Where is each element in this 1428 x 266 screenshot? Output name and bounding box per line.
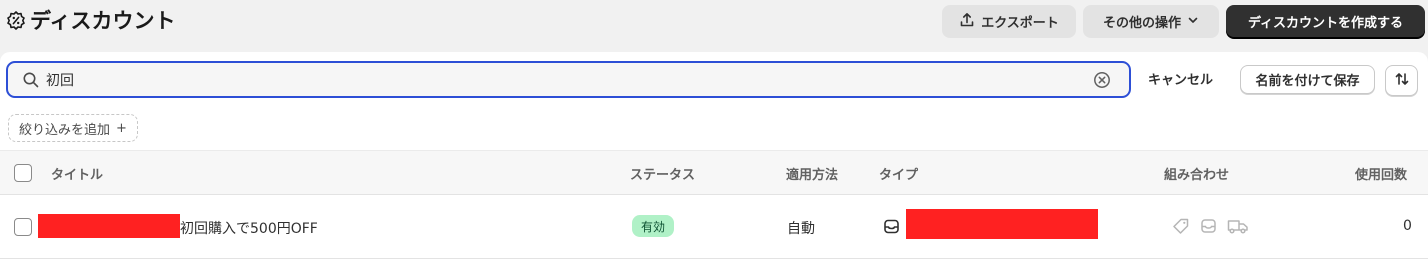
more-actions-label: その他の操作	[1102, 16, 1181, 31]
more-actions-button[interactable]: その他の操作	[1083, 5, 1219, 38]
plus-icon: +	[116, 120, 127, 136]
column-combinations[interactable]: 組み合わせ	[1164, 164, 1229, 183]
cancel-search-button[interactable]: キャンセル	[1148, 69, 1213, 88]
column-method[interactable]: 適用方法	[786, 164, 838, 183]
sort-arrows-icon	[1394, 71, 1410, 91]
discount-title[interactable]: 初回購入で500円OFF	[180, 218, 318, 238]
top-bar: ディスカウント エクスポート その他の操作 ディスカウントを作成する	[0, 0, 1428, 44]
upload-icon	[959, 12, 975, 32]
clear-search-icon[interactable]	[1093, 71, 1111, 93]
redacted-code-block	[38, 214, 180, 238]
order-discount-icon	[883, 218, 900, 239]
row-checkbox[interactable]	[14, 218, 32, 236]
column-status[interactable]: ステータス	[630, 164, 695, 183]
discount-list-card: キャンセル 名前を付けて保存 絞り込みを追加 + タイトル ステータス 適用方法…	[0, 52, 1428, 266]
chevron-down-icon	[1187, 14, 1199, 30]
add-filter-label: 絞り込みを追加	[19, 122, 111, 138]
method-value: 自動	[787, 221, 815, 237]
search-icon	[22, 71, 40, 93]
shipping-truck-icon	[1227, 218, 1249, 238]
table-header: タイトル ステータス 適用方法 タイプ 組み合わせ 使用回数	[0, 150, 1428, 195]
status-badge: 有効	[632, 215, 675, 237]
usage-count: 0	[1403, 218, 1412, 234]
page-title: ディスカウント	[6, 5, 176, 35]
sort-button[interactable]	[1385, 65, 1418, 96]
search-field[interactable]	[6, 61, 1131, 98]
column-usage[interactable]: 使用回数	[1355, 164, 1407, 183]
page-title-text: ディスカウント	[30, 9, 176, 33]
column-title[interactable]: タイトル	[51, 164, 103, 183]
combinations-icons	[1172, 218, 1249, 238]
search-input[interactable]	[46, 63, 1086, 96]
export-button[interactable]: エクスポート	[942, 5, 1076, 38]
add-filter-button[interactable]: 絞り込みを追加 +	[8, 114, 138, 142]
redacted-type-block	[906, 209, 1098, 239]
select-all-checkbox[interactable]	[14, 164, 32, 182]
order-icon	[1200, 218, 1217, 238]
product-tag-icon	[1172, 218, 1190, 238]
export-label: エクスポート	[981, 16, 1059, 31]
column-type[interactable]: タイプ	[879, 164, 918, 183]
save-view-button[interactable]: 名前を付けて保存	[1240, 65, 1375, 94]
table-row[interactable]: 初回購入で500円OFF 有効 自動 0	[0, 195, 1428, 259]
create-discount-button[interactable]: ディスカウントを作成する	[1226, 5, 1425, 38]
discount-icon	[6, 10, 26, 30]
create-discount-label: ディスカウントを作成する	[1247, 16, 1404, 31]
